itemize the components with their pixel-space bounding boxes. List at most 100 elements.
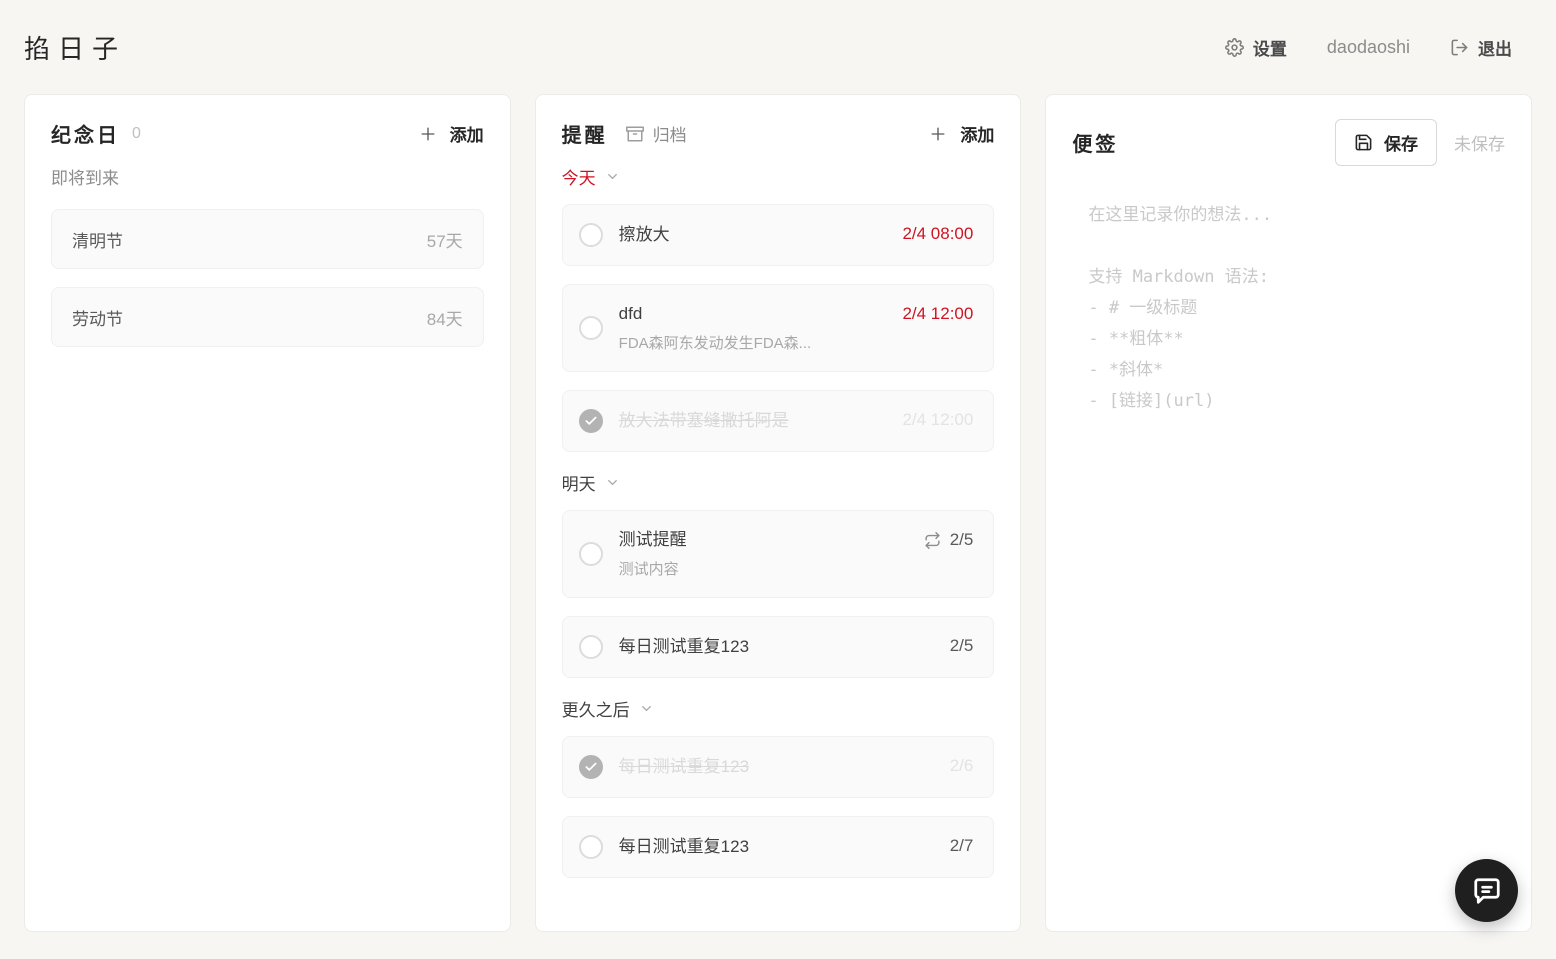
- reminder-date-text: 2/5: [950, 530, 974, 550]
- checkbox-unchecked[interactable]: [579, 316, 603, 340]
- add-reminder-button[interactable]: 添加: [928, 121, 994, 146]
- anniversaries-panel: 纪念日 0 添加 即将到来 清明节 57天劳动节 84天: [24, 94, 511, 932]
- reminder-date-text: 2/4 12:00: [902, 304, 973, 324]
- reminder-body: 每日测试重复123: [619, 636, 938, 658]
- reminder-title: 每日测试重复123: [619, 636, 938, 658]
- plus-icon: [418, 124, 438, 144]
- username: daodaoshi: [1327, 37, 1410, 58]
- anniversaries-list: 清明节 57天劳动节 84天: [51, 209, 484, 347]
- chevron-down-icon: [639, 701, 654, 716]
- checkbox-unchecked[interactable]: [579, 835, 603, 859]
- header-actions: 设置 daodaoshi 退出: [1225, 35, 1512, 60]
- reminder-date-text: 2/4 08:00: [902, 224, 973, 244]
- reminder-section-toggle[interactable]: 更久之后: [562, 696, 995, 721]
- reminder-body: 擦放大: [619, 224, 891, 246]
- checkbox-unchecked[interactable]: [579, 223, 603, 247]
- add-anniversary-button[interactable]: 添加: [418, 121, 484, 146]
- reminder-title: 每日测试重复123: [619, 756, 938, 778]
- reminder-section-label: 更久之后: [562, 696, 630, 721]
- chat-fab-button[interactable]: [1455, 859, 1518, 922]
- checkbox-checked[interactable]: [579, 755, 603, 779]
- reminder-date: 2/5: [950, 636, 974, 656]
- reminders-panel: 提醒 归档 添加 今天擦放大 2/4 08:00 dfd FDA森阿东发动发生FDA森…: [535, 94, 1022, 932]
- add-anniversary-label: 添加: [450, 121, 484, 146]
- settings-button[interactable]: 设置: [1225, 35, 1287, 60]
- reminder-title: 放大法带塞缝撒托阿是: [619, 410, 891, 432]
- archive-button[interactable]: 归档: [626, 121, 687, 146]
- chat-bubble-icon: [1472, 876, 1502, 906]
- anniversary-name: 劳动节: [72, 305, 123, 330]
- upcoming-label: 即将到来: [51, 164, 484, 189]
- reminder-item[interactable]: 每日测试重复123 2/5: [562, 616, 995, 678]
- reminder-section: 更久之后每日测试重复123 2/6 每日测试重复123 2/7: [562, 696, 995, 878]
- logout-button[interactable]: 退出: [1450, 35, 1512, 60]
- chevron-down-icon: [605, 475, 620, 490]
- app-title: 掐日子: [24, 29, 126, 66]
- reminder-item[interactable]: dfd FDA森阿东发动发生FDA森... 2/4 12:00: [562, 284, 995, 372]
- save-status: 未保存: [1454, 130, 1505, 155]
- logout-label: 退出: [1478, 35, 1512, 60]
- reminder-section: 今天擦放大 2/4 08:00 dfd FDA森阿东发动发生FDA森... 2/4 12…: [562, 164, 995, 452]
- reminder-body: 放大法带塞缝撒托阿是: [619, 410, 891, 432]
- archive-label: 归档: [653, 121, 687, 146]
- reminder-item[interactable]: 每日测试重复123 2/6: [562, 736, 995, 798]
- top-header: 掐日子 设置 daodaoshi 退出: [0, 0, 1556, 94]
- anniversaries-count: 0: [132, 125, 141, 143]
- reminder-body: dfd FDA森阿东发动发生FDA森...: [619, 303, 891, 353]
- anniversary-item[interactable]: 劳动节 84天: [51, 287, 484, 347]
- reminder-section-label: 今天: [562, 164, 596, 189]
- save-button[interactable]: 保存: [1335, 119, 1437, 166]
- checkbox-unchecked[interactable]: [579, 542, 603, 566]
- reminder-date: 2/4 12:00: [902, 410, 973, 430]
- reminder-item[interactable]: 每日测试重复123 2/7: [562, 816, 995, 878]
- reminder-date-text: 2/5: [950, 636, 974, 656]
- reminder-item[interactable]: 测试提醒测试内容 2/5: [562, 510, 995, 598]
- reminder-title: 测试提醒: [619, 529, 912, 551]
- reminders-title: 提醒: [562, 119, 608, 148]
- anniversaries-header: 纪念日 0 添加: [51, 119, 484, 148]
- chevron-down-icon: [605, 169, 620, 184]
- reminder-body: 测试提醒测试内容: [619, 529, 912, 579]
- reminder-subtitle: FDA森阿东发动发生FDA森...: [619, 334, 891, 353]
- plus-icon: [928, 124, 948, 144]
- anniversaries-title: 纪念日: [51, 119, 120, 148]
- reminder-section-toggle[interactable]: 明天: [562, 470, 995, 495]
- add-reminder-label: 添加: [960, 121, 994, 146]
- reminder-title: dfd: [619, 303, 891, 325]
- anniversary-days: 84天: [427, 305, 463, 330]
- reminder-date-text: 2/7: [950, 836, 974, 856]
- save-icon: [1354, 133, 1373, 152]
- settings-label: 设置: [1253, 35, 1287, 60]
- reminder-body: 每日测试重复123: [619, 836, 938, 858]
- reminder-date-text: 2/6: [950, 756, 974, 776]
- anniversary-name: 清明节: [72, 227, 123, 252]
- panels-container: 纪念日 0 添加 即将到来 清明节 57天劳动节 84天 提醒 归档: [0, 94, 1556, 932]
- reminder-date: 2/4 08:00: [902, 224, 973, 244]
- anniversary-item[interactable]: 清明节 57天: [51, 209, 484, 269]
- reminder-date-text: 2/4 12:00: [902, 410, 973, 430]
- reminder-title: 每日测试重复123: [619, 836, 938, 858]
- reminder-section: 明天测试提醒测试内容 2/5 每日测试重复123 2/5: [562, 470, 995, 678]
- reminder-item[interactable]: 放大法带塞缝撒托阿是 2/4 12:00: [562, 390, 995, 452]
- reminder-sections: 今天擦放大 2/4 08:00 dfd FDA森阿东发动发生FDA森... 2/4 12…: [562, 164, 995, 878]
- checkbox-checked[interactable]: [579, 409, 603, 433]
- notes-title: 便签: [1072, 128, 1118, 157]
- reminder-section-label: 明天: [562, 470, 596, 495]
- reminder-subtitle: 测试内容: [619, 560, 912, 579]
- archive-icon: [626, 125, 644, 143]
- repeat-icon: [924, 532, 941, 549]
- notes-header: 便签 保存 未保存: [1072, 119, 1505, 166]
- anniversary-days: 57天: [427, 227, 463, 252]
- reminder-body: 每日测试重复123: [619, 756, 938, 778]
- reminder-date: 2/4 12:00: [902, 304, 973, 324]
- note-textarea[interactable]: [1072, 192, 1505, 900]
- reminder-item[interactable]: 擦放大 2/4 08:00: [562, 204, 995, 266]
- reminder-date: 2/6: [950, 756, 974, 776]
- notes-panel: 便签 保存 未保存: [1045, 94, 1532, 932]
- reminder-date: 2/7: [950, 836, 974, 856]
- save-label: 保存: [1384, 130, 1418, 155]
- reminder-date: 2/5: [924, 530, 974, 550]
- reminder-section-toggle[interactable]: 今天: [562, 164, 995, 189]
- reminders-header: 提醒 归档 添加: [562, 119, 995, 148]
- checkbox-unchecked[interactable]: [579, 635, 603, 659]
